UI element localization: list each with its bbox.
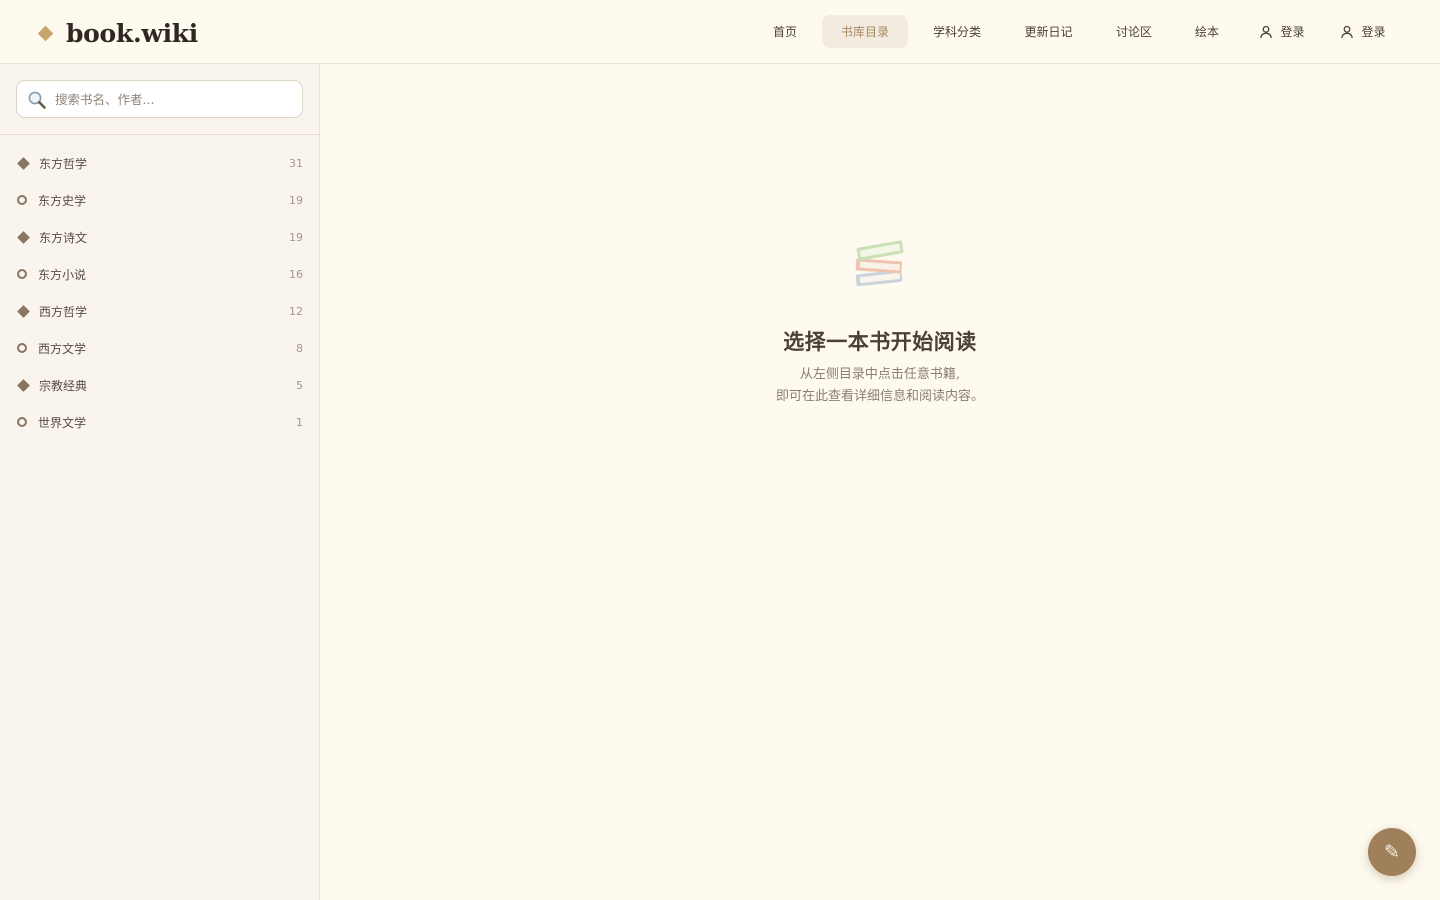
user-icon — [1260, 25, 1273, 38]
search-box[interactable] — [16, 80, 303, 118]
category-label: 东方哲学 — [39, 157, 88, 171]
pencil-icon: ✎ — [1384, 841, 1400, 863]
category-item-eastern-philosophy[interactable]: 东方哲学 31 — [0, 145, 319, 182]
diamond-bullet-icon — [17, 231, 30, 244]
search-area — [0, 64, 319, 135]
brand-logo[interactable]: book.wiki — [37, 17, 198, 49]
nav-update-log[interactable]: 更新日记 — [1006, 15, 1091, 48]
category-count: 31 — [289, 157, 303, 170]
empty-state-line-2: 即可在此查看详细信息和阅读内容。 — [775, 389, 984, 404]
category-count: 8 — [296, 342, 303, 355]
category-label: 东方小说 — [38, 268, 87, 282]
category-item-eastern-fiction[interactable]: 东方小说 16 — [0, 256, 319, 293]
nav-home-label: 首页 — [772, 25, 797, 39]
nav-picture-books[interactable]: 绘本 — [1177, 15, 1237, 48]
circle-bullet-icon — [17, 194, 30, 207]
circle-bullet-icon — [17, 268, 30, 281]
search-input[interactable] — [55, 81, 295, 117]
category-count: 5 — [296, 379, 303, 392]
category-count: 12 — [289, 305, 303, 318]
nav-login-2-label: 登录 — [1361, 25, 1386, 39]
category-label: 西方哲学 — [39, 305, 88, 319]
nav-picture-books-label: 绘本 — [1194, 25, 1219, 39]
nav-library-catalog[interactable]: 书库目录 — [822, 15, 908, 48]
category-label: 宗教经典 — [39, 379, 88, 393]
diamond-logo-icon — [37, 25, 54, 41]
category-item-western-philosophy[interactable]: 西方哲学 12 — [0, 293, 319, 330]
main-content: 选择一本书开始阅读 从左侧目录中点击任意书籍, 即可在此查看详细信息和阅读内容。 — [320, 64, 1440, 900]
nav-home[interactable]: 首页 — [755, 15, 815, 48]
category-list: 东方哲学 31 东方史学 19 东方诗文 19 东方小说 16 西方哲学 12 … — [0, 145, 319, 441]
diamond-bullet-icon — [17, 157, 30, 170]
category-item-western-literature[interactable]: 西方文学 8 — [0, 330, 319, 367]
nav-login-2[interactable]: 登录 — [1325, 15, 1401, 48]
nav-subject-categories[interactable]: 学科分类 — [915, 15, 999, 48]
category-label: 东方诗文 — [39, 231, 88, 245]
nav-discussion[interactable]: 讨论区 — [1098, 15, 1170, 48]
nav-subject-categories-label: 学科分类 — [932, 25, 981, 39]
category-item-religious-classics[interactable]: 宗教经典 5 — [0, 367, 319, 404]
category-label: 世界文学 — [38, 416, 87, 430]
empty-state-line-1: 从左侧目录中点击任意书籍, — [799, 367, 961, 382]
nav-discussion-label: 讨论区 — [1115, 25, 1152, 39]
circle-bullet-icon — [17, 342, 30, 355]
category-item-eastern-history[interactable]: 东方史学 19 — [0, 182, 319, 219]
category-count: 19 — [289, 231, 303, 244]
category-label: 东方史学 — [38, 194, 87, 208]
circle-bullet-icon — [17, 416, 30, 429]
category-count: 16 — [289, 268, 303, 281]
empty-state-description: 从左侧目录中点击任意书籍, 即可在此查看详细信息和阅读内容。 — [320, 364, 1440, 408]
diamond-bullet-icon — [17, 305, 30, 318]
category-item-eastern-poetry[interactable]: 东方诗文 19 — [0, 219, 319, 256]
empty-state-title: 选择一本书开始阅读 — [783, 329, 977, 354]
search-icon — [28, 91, 46, 109]
edit-fab-button[interactable]: ✎ — [1368, 828, 1416, 876]
category-count: 1 — [296, 416, 303, 429]
nav-update-log-label: 更新日记 — [1024, 25, 1073, 39]
diamond-bullet-icon — [17, 379, 30, 392]
user-icon — [1341, 25, 1354, 38]
nav-login-1[interactable]: 登录 — [1244, 15, 1320, 48]
nav-login-1-label: 登录 — [1280, 25, 1305, 39]
category-count: 19 — [289, 194, 303, 207]
category-item-world-literature[interactable]: 世界文学 1 — [0, 404, 319, 441]
books-icon — [855, 240, 904, 287]
brand-name: book.wiki — [66, 18, 198, 48]
category-label: 西方文学 — [38, 342, 87, 356]
top-header: book.wiki 首页 书库目录 学科分类 更新日记 讨论区 绘本 登录 登录 — [0, 0, 1440, 64]
nav-library-catalog-label: 书库目录 — [840, 25, 889, 39]
sidebar: 东方哲学 31 东方史学 19 东方诗文 19 东方小说 16 西方哲学 12 … — [0, 64, 320, 900]
